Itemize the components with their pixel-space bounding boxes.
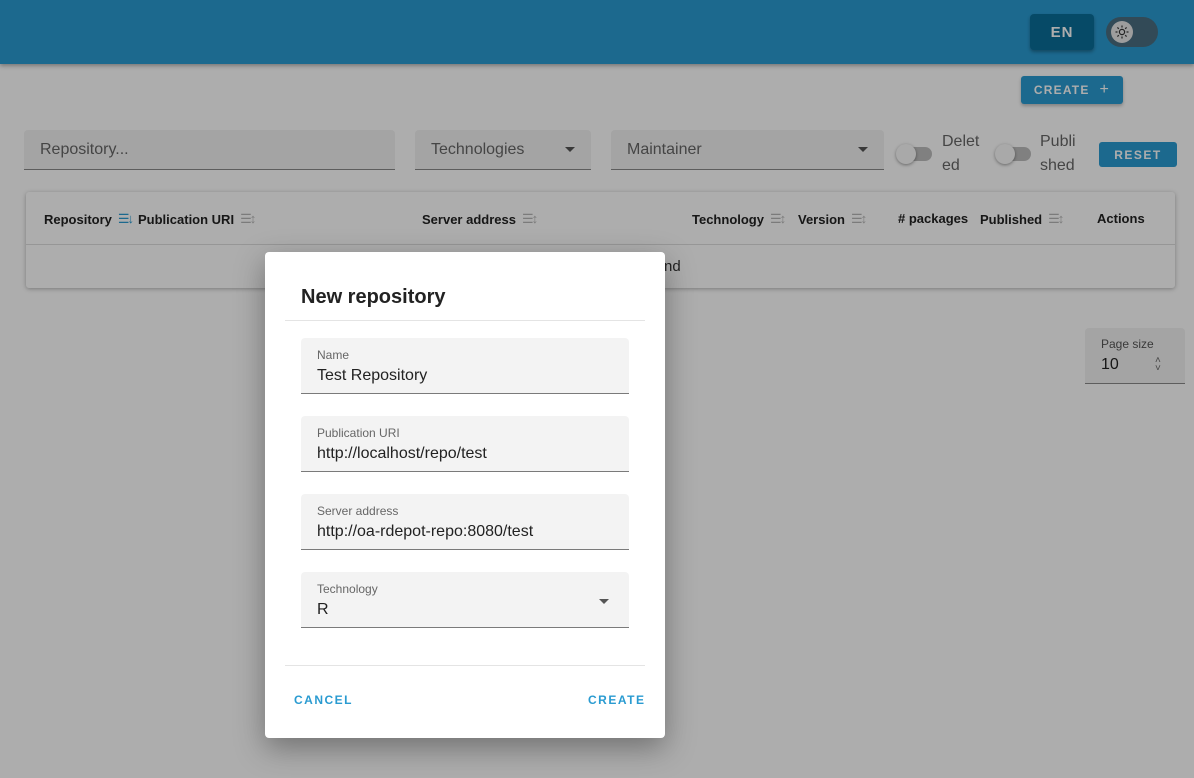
chevron-down-icon [599, 599, 609, 604]
field-label: Technology [317, 582, 378, 596]
field-value: http://localhost/repo/test [317, 445, 487, 462]
new-repository-dialog: New repository Name Test Repository Publ… [265, 252, 665, 738]
dialog-divider [285, 665, 645, 666]
dialog-divider [285, 320, 645, 321]
field-value: Test Repository [317, 367, 428, 384]
publication-uri-field[interactable]: Publication URI http://localhost/repo/te… [301, 416, 629, 472]
field-value: http://oa-rdepot-repo:8080/test [317, 523, 534, 540]
name-field[interactable]: Name Test Repository [301, 338, 629, 394]
field-value: R [317, 601, 329, 618]
dialog-title: New repository [301, 286, 446, 308]
dialog-create-button[interactable]: CREATE [588, 693, 645, 707]
cancel-button[interactable]: CANCEL [294, 693, 353, 707]
field-label: Name [317, 348, 350, 362]
server-address-field[interactable]: Server address http://oa-rdepot-repo:808… [301, 494, 629, 550]
field-label: Publication URI [317, 426, 400, 440]
field-label: Server address [317, 504, 399, 518]
technology-select[interactable]: Technology R [301, 572, 629, 628]
